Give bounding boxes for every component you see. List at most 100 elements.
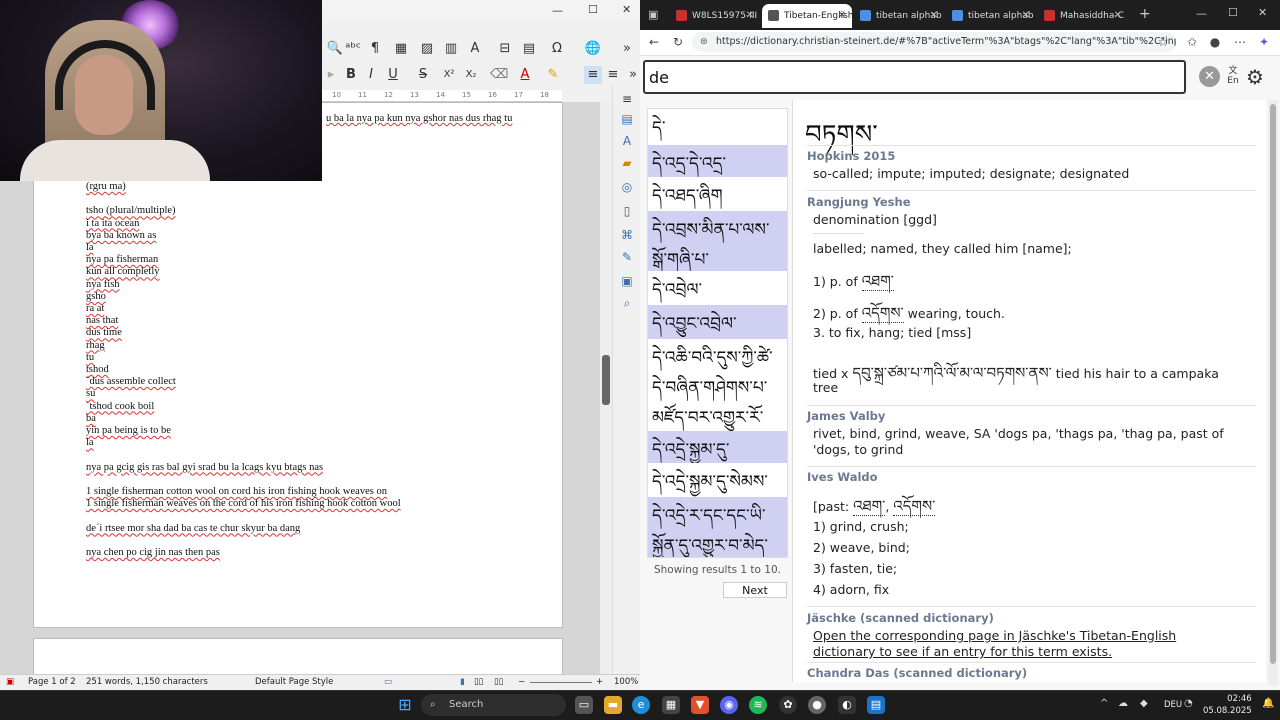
highlight-icon[interactable]: ✎ <box>544 66 562 84</box>
document-line[interactable]: ra at <box>86 303 556 315</box>
result-item[interactable]: དེ་འབྱུང་འབྲེལ་ <box>648 305 787 339</box>
spotify-icon[interactable]: ≋ <box>749 696 767 714</box>
new-tab-icon[interactable]: + <box>1139 6 1151 22</box>
jaschke-link[interactable]: Open the corresponding page in Jäschke's… <box>813 628 1176 643</box>
result-item[interactable]: དེ་འདྲེ་སྐྱམ་དུ་ <box>648 431 787 463</box>
next-page-button[interactable]: Next <box>723 582 787 598</box>
document-line[interactable]: ´tshod cook boil <box>86 401 556 413</box>
subscript-button[interactable]: X₂ <box>462 66 480 84</box>
windows-start-icon[interactable]: ⊞ <box>396 696 414 714</box>
favorites-icon[interactable]: ✩ <box>1184 34 1200 50</box>
save-status-icon[interactable]: ▣ <box>6 677 14 687</box>
more-icon[interactable]: » <box>618 40 636 58</box>
table-icon[interactable]: ▦ <box>392 40 410 58</box>
profile-avatar[interactable]: ● <box>1207 34 1223 50</box>
zoom-level[interactable]: 100% <box>614 677 638 687</box>
document-line[interactable]: bya ba known as <box>86 230 556 242</box>
result-item[interactable]: དེ་འཆི་བའི་དུས་ཀྱི་ཚེ་དེ་བཞིན་གཤེགས་པ་མཛ… <box>648 339 787 431</box>
result-item[interactable]: དེ་འདྲེ་ར་དང་དང་ཡི་སྐྱོན་དུ་འགྱུར་བ་མེད་ <box>648 497 787 557</box>
single-page-view-icon[interactable]: ▮ <box>460 677 465 687</box>
tray-app-icon[interactable]: ☁ <box>1118 698 1128 709</box>
sidebar-menu-icon[interactable]: ≡ <box>619 92 635 108</box>
spellcheck-icon[interactable]: ᵃᵇᶜ <box>344 40 362 58</box>
document-line[interactable]: nya pa fisherman <box>86 254 556 266</box>
document-blank-line[interactable] <box>86 193 556 205</box>
manage-changes-icon[interactable]: ✎ <box>619 250 635 266</box>
navigator-icon[interactable]: ◎ <box>619 180 635 196</box>
style-inspector-icon[interactable]: ⌘ <box>619 228 635 244</box>
zoom-out-icon[interactable]: − <box>518 677 525 687</box>
file-explorer-icon[interactable]: ▬ <box>604 696 622 714</box>
task-view-icon[interactable]: ▭ <box>575 696 593 714</box>
page-scrollbar-thumb[interactable] <box>1270 104 1276 664</box>
document-line[interactable]: su <box>86 388 556 400</box>
back-icon[interactable]: ← <box>646 34 662 50</box>
document-blank-line[interactable] <box>86 449 556 461</box>
jaschke-link-line2[interactable]: dictionary to see if an entry for this t… <box>813 644 1112 659</box>
clear-format-icon[interactable]: ⌫ <box>490 66 508 84</box>
styles-icon[interactable]: A <box>619 134 635 150</box>
field-icon[interactable]: ▤ <box>520 40 538 58</box>
tray-chevron-icon[interactable]: ^ <box>1100 698 1108 709</box>
notifications-icon[interactable]: 🔔 <box>1262 698 1274 709</box>
app-icon[interactable]: ● <box>808 696 826 714</box>
font-color-icon[interactable]: A <box>516 66 534 84</box>
design-icon[interactable]: ▣ <box>619 274 635 290</box>
taskbar-search[interactable]: ⌕ Search <box>421 694 566 716</box>
bold-button[interactable]: B <box>342 66 360 84</box>
document-line[interactable]: kun all completly <box>86 266 556 278</box>
tab-close-icon[interactable]: ✕ <box>746 4 754 28</box>
maximize-icon[interactable]: ☐ <box>1228 6 1238 19</box>
para-style-arrow-icon[interactable]: ▸ <box>322 66 340 84</box>
document-line[interactable]: yin pa being is to be <box>86 425 556 437</box>
zoom-slider[interactable] <box>530 682 592 683</box>
page-break-icon[interactable]: ⊟ <box>496 40 514 58</box>
browser-tab[interactable]: Mahasiddha-C ✕ <box>1038 4 1128 28</box>
textbox-icon[interactable]: A <box>466 40 484 58</box>
document-page-2[interactable] <box>33 638 563 678</box>
document-line[interactable]: ´dus assemble collect <box>86 376 556 388</box>
underline-button[interactable]: U <box>384 66 402 84</box>
page-style[interactable]: Default Page Style <box>255 677 333 687</box>
zoom-in-icon[interactable]: + <box>596 677 603 687</box>
menu-icon[interactable]: ⋯ <box>1232 34 1248 50</box>
close-icon[interactable]: ✕ <box>622 3 631 16</box>
keyboard-language[interactable]: DEU <box>1164 700 1182 710</box>
result-item[interactable]: དེ་འདྲ་དེ་འདྲ་ <box>648 145 787 177</box>
obs-icon[interactable]: ◐ <box>838 696 856 714</box>
jaschke-link[interactable]: dictionary to see if an entry for this t… <box>813 644 1112 659</box>
document-text[interactable]: (rgru ma) tsho (plural/multiple) i ta ita … <box>86 181 556 559</box>
document-line[interactable]: nas that <box>86 315 556 327</box>
document-line[interactable]: la <box>86 437 556 449</box>
search-input[interactable] <box>643 60 1186 94</box>
copilot-icon[interactable]: ✦ <box>1256 34 1272 50</box>
result-item[interactable]: དེ་འབྲས་མིན་པ་ལས་སྒོ་གཞི་པ་ <box>648 211 787 271</box>
properties-icon[interactable]: ▤ <box>619 112 635 128</box>
refresh-icon[interactable]: ↻ <box>670 34 686 50</box>
address-bar[interactable]: ⊜ https://dictionary.christian-steinert.… <box>692 32 1176 52</box>
document-line[interactable]: rhag <box>86 340 556 352</box>
italic-button[interactable]: I <box>362 66 380 84</box>
store-icon[interactable]: ▦ <box>662 696 680 714</box>
result-item[interactable]: དེ་འདྲེ་སྐྱམ་དུ་སེམས་ <box>648 463 787 497</box>
multi-page-view-icon[interactable]: ▯▯ <box>474 677 483 687</box>
document-scrollbar-thumb[interactable] <box>602 355 610 405</box>
result-item[interactable]: དེ་འཐད་ཞིག <box>648 177 787 211</box>
document-blank-line[interactable] <box>86 474 556 486</box>
chatgpt-icon[interactable]: ✿ <box>779 696 797 714</box>
align-center-icon[interactable]: ≡ <box>604 66 622 84</box>
document-line[interactable]: 1 single fisherman weaves on the cord of… <box>86 498 556 510</box>
special-char-icon[interactable]: Ω <box>548 40 566 58</box>
edge-icon[interactable]: e <box>632 696 650 714</box>
selection-mode-icon[interactable]: ▭ <box>384 677 392 687</box>
page-icon[interactable]: ▯ <box>619 204 635 220</box>
tab-close-icon[interactable]: ✕ <box>1022 4 1030 28</box>
tray-app-icon[interactable]: ◆ <box>1140 698 1148 709</box>
book-view-icon[interactable]: ▯▯ <box>494 677 503 687</box>
tab-close-icon[interactable]: ✕ <box>930 4 938 28</box>
bookmark-star-icon[interactable]: ☆ <box>1155 34 1171 50</box>
word-count[interactable]: 251 words, 1,150 characters <box>86 677 208 687</box>
formatting-marks-icon[interactable]: ¶ <box>366 40 384 58</box>
tab-close-icon[interactable]: ✕ <box>838 4 846 28</box>
result-item[interactable]: དེ་ <box>648 109 787 145</box>
